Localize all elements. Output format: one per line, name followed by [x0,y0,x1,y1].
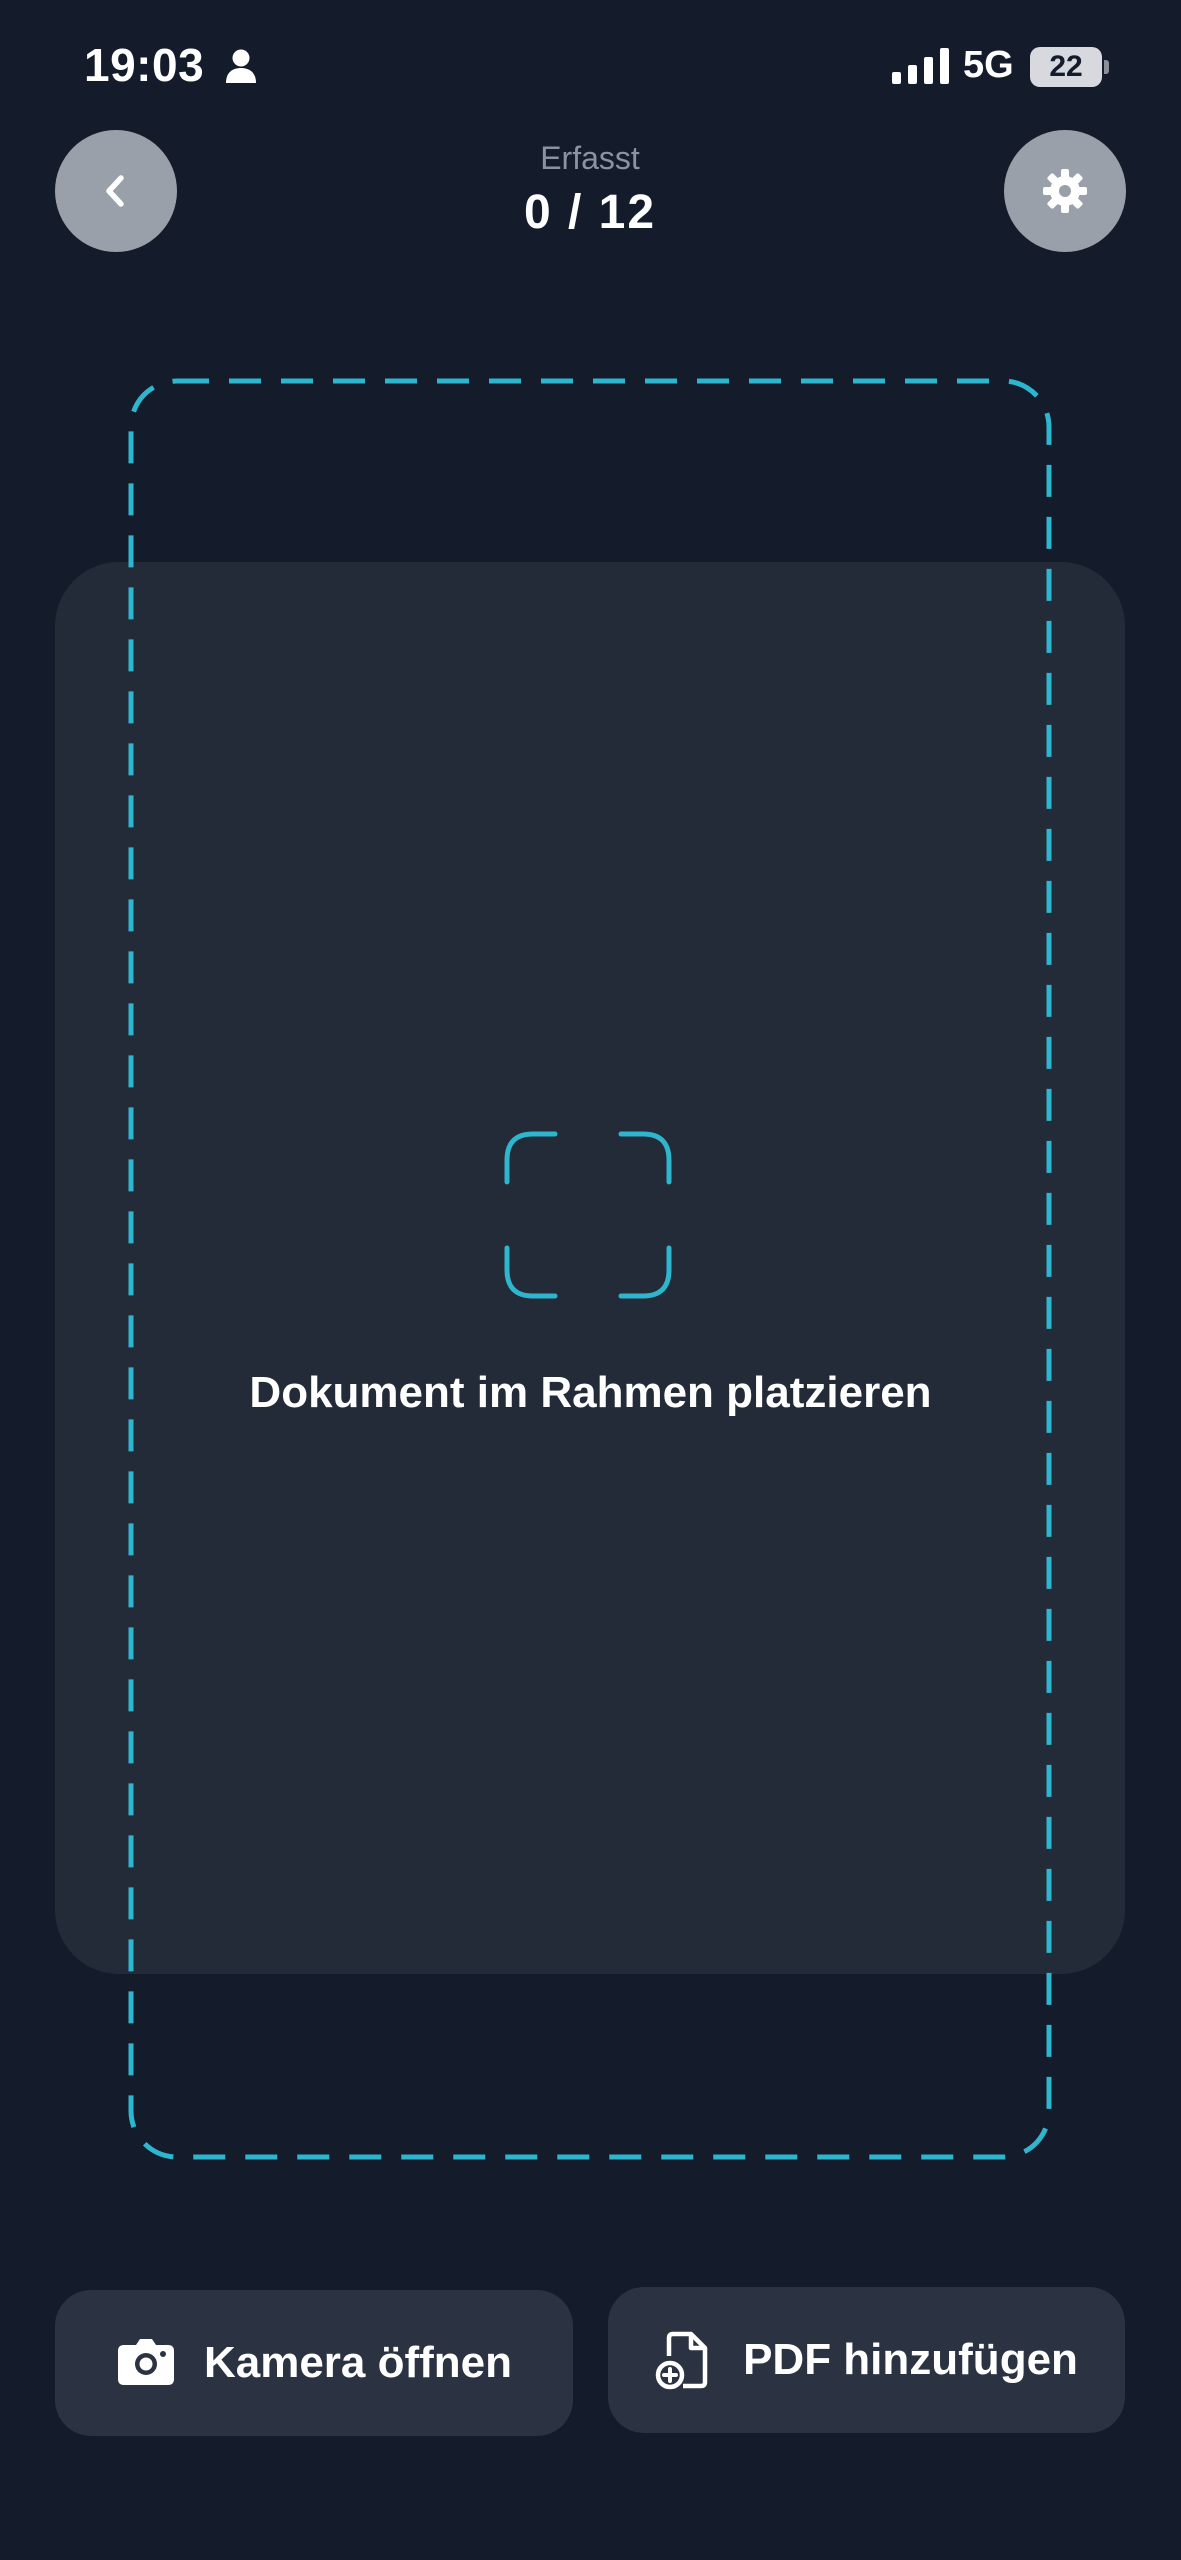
add-pdf-label: PDF hinzufügen [743,2335,1078,2384]
file-add-icon [655,2331,708,2390]
settings-button[interactable] [1004,130,1126,252]
battery-icon: 22 [1030,47,1102,87]
person-icon [226,49,256,83]
signal-icon [892,48,949,84]
battery-tip [1104,60,1109,74]
captured-count: 0 / 12 [523,186,657,239]
network-type: 5G [963,44,1014,86]
open-camera-button[interactable]: Kamera öffnen [55,2290,573,2436]
placement-hint: Dokument im Rahmen platzieren [249,1368,932,1417]
viewfinder-icon [504,1131,672,1299]
gear-icon [1043,169,1087,213]
camera-icon [117,2339,174,2385]
status-bar: 19:03 5G 22 [0,0,1181,140]
open-camera-label: Kamera öffnen [203,2338,513,2387]
capture-counter: Erfasst 0 / 12 [390,140,790,240]
battery-level: 22 [1049,50,1083,83]
chevron-left-icon [106,175,124,207]
add-pdf-button[interactable]: PDF hinzufügen [608,2287,1125,2433]
captured-label: Erfasst [540,140,640,176]
back-button[interactable] [55,130,177,252]
status-time: 19:03 [84,39,205,91]
